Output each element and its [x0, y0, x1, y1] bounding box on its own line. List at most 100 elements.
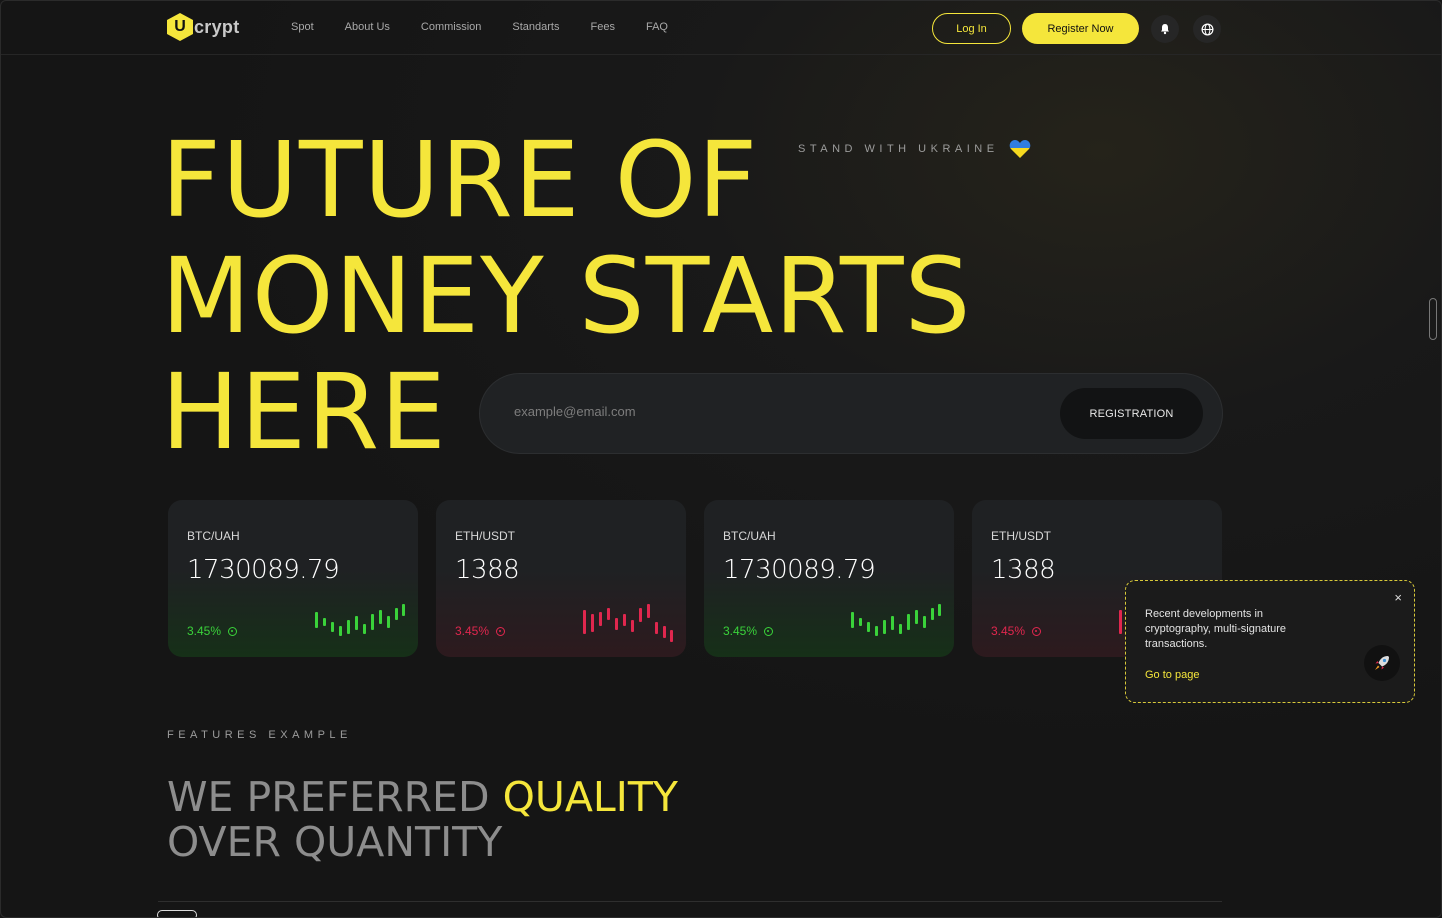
candle-bar: [387, 616, 390, 628]
ticker-card[interactable]: BTC/UAH 1730089.79 3.45%: [704, 500, 954, 657]
heart-icon: [1009, 140, 1030, 158]
nav-item-commission[interactable]: Commission: [421, 21, 482, 33]
go-to-page-link[interactable]: Go to page: [1145, 669, 1199, 681]
candle-bar: [583, 610, 586, 634]
change-indicator-icon: [228, 626, 238, 636]
registration-button[interactable]: REGISTRATION: [1060, 388, 1203, 439]
candle-bar: [599, 612, 602, 626]
stand-with-ukraine: STAND WITH UKRAINE: [798, 139, 1031, 159]
logo-mark: U: [167, 13, 193, 41]
candle-bar: [323, 618, 326, 626]
candle-bar: [875, 626, 878, 636]
main-nav: Spot About Us Commission Standarts Fees …: [291, 21, 699, 33]
features-title-line2: OVER QUANTITY: [167, 818, 503, 866]
email-field[interactable]: [514, 404, 1014, 419]
popup-text: Recent developments in cryptography, mul…: [1145, 608, 1287, 650]
scrollbar-thumb[interactable]: [1429, 298, 1437, 340]
ticker-card[interactable]: ETH/USDT 1388 3.45%: [436, 500, 686, 657]
candle-bar: [363, 624, 366, 634]
change-indicator-icon: [496, 626, 506, 636]
candle-bar: [591, 614, 594, 632]
ticker-card[interactable]: BTC/UAH 1730089.79 3.45%: [168, 500, 418, 657]
rocket-button[interactable]: [1364, 645, 1400, 681]
logo[interactable]: U crypt: [167, 13, 240, 41]
ticker-pair: BTC/UAH: [723, 529, 776, 543]
candlestick-sparkline: [851, 604, 941, 636]
candle-bar: [915, 610, 918, 624]
ticker-change: 3.45%: [455, 624, 506, 638]
section-tab-indicator[interactable]: [157, 910, 197, 917]
candle-bar: [315, 612, 318, 628]
candlestick-sparkline: [583, 604, 673, 642]
candle-bar: [347, 620, 350, 634]
ticker-change-value: 3.45%: [187, 624, 222, 638]
candle-bar: [867, 622, 870, 632]
candle-bar: [623, 614, 626, 626]
globe-icon: [1201, 23, 1213, 35]
candle-bar: [607, 608, 610, 620]
change-indicator-icon: [764, 626, 774, 636]
candle-bar: [631, 620, 634, 632]
candle-bar: [402, 604, 405, 616]
ticker-price: 1388: [455, 555, 520, 585]
features-title: WE PREFERRED QUALITY OVER QUANTITY: [167, 775, 678, 865]
divider: [158, 901, 1222, 902]
features-title-part: WE PREFERRED: [167, 773, 503, 821]
notifications-button[interactable]: [1151, 15, 1179, 43]
candle-bar: [655, 622, 658, 634]
candle-bar: [923, 616, 926, 628]
candle-bar: [859, 618, 862, 626]
nav-item-spot[interactable]: Spot: [291, 21, 314, 33]
candle-bar: [615, 618, 618, 630]
candle-bar: [891, 616, 894, 630]
features-title-highlight: QUALITY: [502, 773, 678, 821]
logo-text: crypt: [194, 16, 240, 37]
ticker-pair: BTC/UAH: [187, 529, 240, 543]
ticker-change: 3.45%: [991, 624, 1042, 638]
nav-item-fees[interactable]: Fees: [591, 21, 615, 33]
ticker-price: 1730089.79: [187, 555, 340, 585]
candle-bar: [371, 614, 374, 630]
rocket-icon: [1375, 656, 1389, 670]
hero-title-line1: FUTURE OF: [161, 119, 759, 241]
ticker-change: 3.45%: [187, 624, 238, 638]
candle-bar: [670, 630, 673, 642]
candle-bar: [339, 626, 342, 636]
ticker-change-value: 3.45%: [723, 624, 758, 638]
ticker-change: 3.45%: [723, 624, 774, 638]
hero-title-line3: HERE: [161, 351, 447, 473]
candle-bar: [355, 616, 358, 630]
ticker-price: 1388: [991, 555, 1056, 585]
stand-text: STAND WITH UKRAINE: [798, 143, 999, 155]
language-button[interactable]: [1193, 15, 1221, 43]
features-label: FEATURES EXAMPLE: [167, 729, 352, 741]
register-button[interactable]: Register Now: [1022, 13, 1139, 44]
page: U crypt Spot About Us Commission Standar…: [0, 0, 1442, 918]
hero-title-line2: MONEY STARTS: [161, 235, 972, 357]
ticker-change-value: 3.45%: [455, 624, 490, 638]
login-button[interactable]: Log In: [932, 13, 1011, 44]
candle-bar: [931, 608, 934, 620]
ticker-pair: ETH/USDT: [455, 529, 515, 543]
candle-bar: [663, 626, 666, 638]
nav-item-about[interactable]: About Us: [345, 21, 390, 33]
header: U crypt Spot About Us Commission Standar…: [1, 1, 1441, 55]
candle-bar: [395, 608, 398, 620]
ticker-price: 1730089.79: [723, 555, 876, 585]
candle-bar: [647, 604, 650, 618]
candle-bar: [938, 604, 941, 616]
nav-item-standarts[interactable]: Standarts: [512, 21, 559, 33]
candle-bar: [851, 612, 854, 628]
change-indicator-icon: [1032, 626, 1042, 636]
close-icon[interactable]: ×: [1394, 590, 1402, 605]
candlestick-sparkline: [315, 604, 405, 636]
ticker-pair: ETH/USDT: [991, 529, 1051, 543]
nav-item-faq[interactable]: FAQ: [646, 21, 668, 33]
candle-bar: [379, 610, 382, 624]
promo-popup: × Recent developments in cryptography, m…: [1125, 580, 1415, 703]
candle-bar: [331, 622, 334, 632]
candle-bar: [1119, 610, 1122, 634]
candle-bar: [639, 608, 642, 622]
bell-icon: [1161, 24, 1169, 35]
candle-bar: [883, 620, 886, 634]
